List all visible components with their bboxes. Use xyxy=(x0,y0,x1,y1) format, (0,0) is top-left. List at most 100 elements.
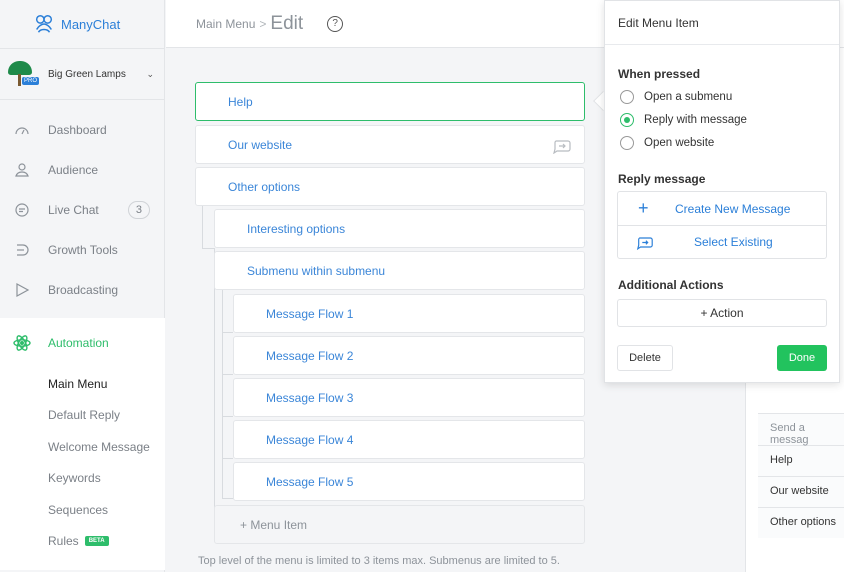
brand-name: ManyChat xyxy=(61,16,121,32)
radio-open-submenu[interactable]: Open a submenu xyxy=(605,85,839,108)
breadcrumb-main-menu[interactable]: Main Menu xyxy=(196,17,255,31)
nav-label: Audience xyxy=(48,163,99,177)
reply-message-icon xyxy=(553,140,571,154)
chat-icon xyxy=(12,200,32,220)
dashboard-icon xyxy=(12,120,32,140)
create-new-message-button[interactable]: + Create New Message xyxy=(618,192,826,225)
nav-item-growth-tools[interactable]: Growth Tools xyxy=(0,230,164,270)
radio-button-selected[interactable] xyxy=(620,112,634,127)
radio-button[interactable] xyxy=(620,135,634,150)
breadcrumb-separator: > xyxy=(259,16,267,31)
select-existing-icon xyxy=(636,237,653,250)
sub-item-label: Keywords xyxy=(48,471,101,486)
menu-item-label: Our website xyxy=(228,137,293,152)
audience-icon xyxy=(12,160,32,180)
radio-label: Open a submenu xyxy=(644,90,733,103)
account-name: Big Green Lamps xyxy=(48,68,126,80)
nav-item-audience[interactable]: Audience xyxy=(0,150,164,190)
menu-item-other-options[interactable]: Other options xyxy=(195,167,585,206)
menu-item-our-website[interactable]: Our website xyxy=(195,125,585,164)
when-pressed-title: When pressed xyxy=(618,67,701,81)
radio-button[interactable] xyxy=(620,89,634,104)
preview-menu-card: Send a messag Help Our website Other opt… xyxy=(758,413,844,572)
live-chat-count-badge: 3 xyxy=(127,201,150,219)
tree-connector xyxy=(222,498,233,499)
reply-message-title: Reply message xyxy=(618,172,706,186)
sub-item-keywords[interactable]: Keywords xyxy=(0,463,165,495)
reply-message-options: + Create New Message Select Existing xyxy=(617,191,827,259)
select-existing-button[interactable]: Select Existing xyxy=(618,225,826,258)
beta-badge: BETA xyxy=(84,536,109,547)
menu-item-label: Message Flow 2 xyxy=(266,348,354,363)
help-icon[interactable]: ? xyxy=(327,15,344,32)
add-menu-item-button[interactable]: + Menu Item xyxy=(214,505,585,544)
sub-item-rules[interactable]: Rules BETA xyxy=(0,526,165,558)
preview-send-message: Send a messag xyxy=(758,413,844,446)
broadcasting-icon xyxy=(12,280,32,300)
nav-item-automation[interactable]: Automation xyxy=(0,318,165,368)
automation-icon xyxy=(13,335,31,351)
submenu-item-submenu-within-submenu[interactable]: Submenu within submenu xyxy=(214,251,585,290)
done-button[interactable]: Done xyxy=(777,345,827,371)
pro-badge: PRO xyxy=(22,77,40,85)
message-flow-item[interactable]: Message Flow 3 xyxy=(233,378,585,417)
tree-connector xyxy=(222,416,233,417)
radio-open-website[interactable]: Open website xyxy=(605,131,839,154)
submenu-item-interesting-options[interactable]: Interesting options xyxy=(214,209,585,248)
preview-option: Other options xyxy=(758,507,844,538)
automation-section: Automation Main Menu Default Reply Welco… xyxy=(0,318,165,570)
sub-item-label: Default Reply xyxy=(48,408,121,423)
tree-connector xyxy=(222,374,233,375)
menu-item-label: Message Flow 4 xyxy=(266,432,354,447)
nav-label: Live Chat xyxy=(48,203,99,217)
menu-item-label: Help xyxy=(228,94,253,109)
sub-item-label: Rules xyxy=(48,534,79,549)
nav-item-broadcasting[interactable]: Broadcasting xyxy=(0,270,164,310)
menu-item-label: Submenu within submenu xyxy=(247,263,386,278)
plus-icon: + xyxy=(638,198,649,218)
menu-item-label: Message Flow 5 xyxy=(266,474,354,489)
sub-item-label: Sequences xyxy=(48,502,109,517)
menu-item-label: Other options xyxy=(228,179,301,194)
chevron-down-icon: ⌄ xyxy=(146,68,154,79)
menu-item-label: Interesting options xyxy=(247,221,346,236)
radio-label: Open website xyxy=(644,136,715,149)
account-switcher[interactable]: PRO Big Green Lamps ⌄ xyxy=(0,48,164,100)
avatar: PRO xyxy=(6,59,40,89)
tree-connector xyxy=(202,206,203,248)
sub-item-default-reply[interactable]: Default Reply xyxy=(0,400,165,432)
sub-item-welcome-message[interactable]: Welcome Message xyxy=(0,431,165,463)
panel-title: Edit Menu Item xyxy=(605,1,839,45)
nav-item-live-chat[interactable]: Live Chat 3 xyxy=(0,190,164,230)
message-flow-item[interactable]: Message Flow 2 xyxy=(233,336,585,375)
nav-item-dashboard[interactable]: Dashboard xyxy=(0,110,164,150)
message-flow-item[interactable]: Message Flow 1 xyxy=(233,294,585,333)
radio-label: Reply with message xyxy=(644,113,747,126)
growth-tools-icon xyxy=(12,240,32,260)
sidebar: ManyChat PRO Big Green Lamps ⌄ Dashboard… xyxy=(0,0,165,572)
brand[interactable]: ManyChat xyxy=(0,0,164,48)
menu-item-label: Message Flow 1 xyxy=(266,306,354,321)
message-flow-item[interactable]: Message Flow 5 xyxy=(233,462,585,501)
add-action-button[interactable]: + Action xyxy=(617,299,827,327)
delete-button[interactable]: Delete xyxy=(617,345,673,371)
nav-label: Broadcasting xyxy=(48,283,119,297)
preview-option: Our website xyxy=(758,476,844,507)
tree-connector xyxy=(222,290,223,498)
select-existing-label: Select Existing xyxy=(694,235,773,249)
sub-item-label: Welcome Message xyxy=(48,439,150,454)
sub-item-sequences[interactable]: Sequences xyxy=(0,494,165,526)
radio-reply-with-message[interactable]: Reply with message xyxy=(605,108,839,131)
sub-item-main-menu[interactable]: Main Menu xyxy=(0,368,165,400)
additional-actions-title: Additional Actions xyxy=(618,278,724,292)
nav-label: Dashboard xyxy=(48,123,107,137)
edit-menu-item-panel: Edit Menu Item When pressed Open a subme… xyxy=(604,0,840,383)
message-flow-item[interactable]: Message Flow 4 xyxy=(233,420,585,459)
tree-connector xyxy=(222,458,233,459)
menu-item-help[interactable]: Help xyxy=(195,82,585,121)
automation-label: Automation xyxy=(48,336,109,350)
tree-connector xyxy=(202,248,214,249)
nav-label: Growth Tools xyxy=(48,243,118,257)
sub-item-label: Main Menu xyxy=(48,376,108,391)
menu-limit-note: Top level of the menu is limited to 3 it… xyxy=(198,555,560,567)
